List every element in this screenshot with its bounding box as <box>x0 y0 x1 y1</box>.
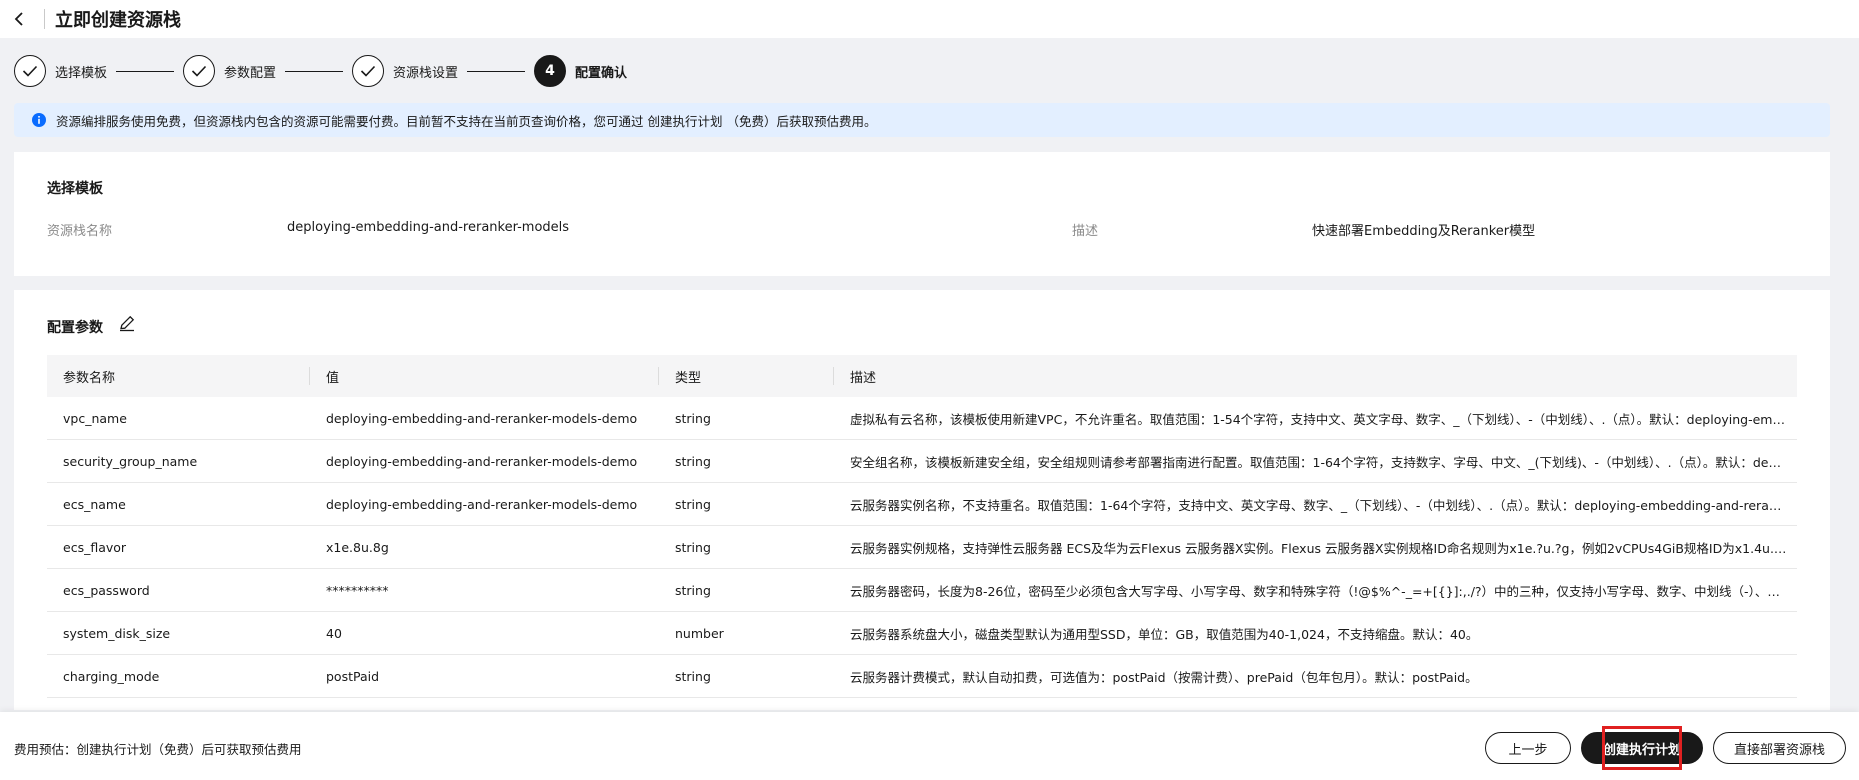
step-3: 资源栈设置 <box>352 55 458 87</box>
step-2-circle <box>183 55 216 87</box>
template-card: 选择模板 资源栈名称 deploying-embedding-and-reran… <box>14 152 1830 276</box>
step-4: 4 配置确认 <box>534 55 627 87</box>
step-2: 参数配置 <box>183 55 276 87</box>
param-type: string <box>675 410 711 426</box>
create-execution-plan-button[interactable]: 创建执行计划 <box>1581 732 1703 764</box>
col-header-value: 值 <box>310 355 659 397</box>
param-value: ********** <box>326 582 389 598</box>
step-1-circle <box>14 55 46 87</box>
params-section-title: 配置参数 <box>47 320 103 336</box>
table-header: 参数名称 值 类型 描述 <box>47 355 1797 397</box>
check-icon <box>360 65 376 77</box>
step-connector <box>116 70 175 72</box>
param-type: number <box>675 625 724 641</box>
check-icon <box>22 65 38 77</box>
param-desc: 虚拟私有云名称，该模板使用新建VPC，不允许重名。取值范围：1-54个字符，支持… <box>850 411 1797 427</box>
param-name: charging_mode <box>63 668 160 684</box>
param-desc: 云服务器系统盘大小，磁盘类型默认为通用型SSD，单位：GB，取值范围为40-1,… <box>850 626 1479 642</box>
param-name: ecs_flavor <box>63 539 127 555</box>
param-name: ecs_password <box>63 582 150 598</box>
description-value: 快速部署Embedding及Reranker模型 <box>1312 224 1536 239</box>
header-divider <box>44 9 45 29</box>
notice-text: 资源编排服务使用免费，但资源栈内包含的资源可能需要付费。目前暂不支持在当前页查询… <box>56 113 877 129</box>
col-header-type: 类型 <box>659 355 834 397</box>
params-card: 配置参数 参数名称 值 类型 描述 vpc_name deploying-emb… <box>14 290 1830 710</box>
check-icon <box>191 65 207 77</box>
previous-step-button[interactable]: 上一步 <box>1485 732 1571 764</box>
param-name: ecs_name <box>63 496 126 512</box>
param-type: string <box>675 539 711 555</box>
template-section-title: 选择模板 <box>47 181 103 197</box>
col-header-label: 类型 <box>675 370 702 386</box>
col-header-label: 描述 <box>850 370 877 386</box>
param-name: vpc_name <box>63 410 127 426</box>
param-value: deploying-embedding-and-reranker-models-… <box>326 496 638 512</box>
stack-name-value: deploying-embedding-and-reranker-models <box>287 220 570 235</box>
table-row: ecs_flavor x1e.8u.8g string 云服务器实例规格，支持弹… <box>47 526 1797 569</box>
step-1: 选择模板 <box>14 55 107 87</box>
footer-bar: 费用预估：创建执行计划（免费）后可获取预估费用 上一步 创建执行计划 直接部署资… <box>0 712 1859 780</box>
cost-estimate-note: 费用预估：创建执行计划（免费）后可获取预估费用 <box>14 742 302 757</box>
param-type: string <box>675 668 711 684</box>
param-desc: 云服务器密码，长度为8-26位，密码至少必须包含大写字母、小写字母、数字和特殊字… <box>850 583 1797 599</box>
stack-name-label: 资源栈名称 <box>47 224 113 239</box>
table-row: vpc_name deploying-embedding-and-reranke… <box>47 397 1797 440</box>
param-value: x1e.8u.8g <box>326 539 389 555</box>
info-notice: 资源编排服务使用免费，但资源栈内包含的资源可能需要付费。目前暂不支持在当前页查询… <box>14 103 1830 137</box>
step-connector <box>285 70 344 72</box>
table-row: ecs_password ********** string 云服务器密码，长度… <box>47 569 1797 612</box>
table-row: charging_mode postPaid string 云服务器计费模式，默… <box>47 655 1797 698</box>
page-title: 立即创建资源栈 <box>55 10 181 31</box>
param-name: security_group_name <box>63 453 198 469</box>
edit-icon[interactable] <box>118 314 136 332</box>
param-desc: 安全组名称，该模板新建安全组，安全组规则请参考部署指南进行配置。取值范围：1-6… <box>850 454 1797 470</box>
col-header-label: 参数名称 <box>63 370 116 386</box>
step-connector <box>467 70 526 72</box>
step-4-label: 配置确认 <box>575 65 628 81</box>
info-icon <box>32 113 46 127</box>
col-header-desc: 描述 <box>834 355 1797 397</box>
step-3-label: 资源栈设置 <box>393 65 459 81</box>
param-value: deploying-embedding-and-reranker-models-… <box>326 410 638 426</box>
param-type: string <box>675 496 711 512</box>
page: 立即创建资源栈 选择模板 参数配置 资源栈设置 4 配置确认 资源编排服务使用免… <box>0 0 1859 780</box>
step-indicator: 选择模板 参数配置 资源栈设置 4 配置确认 <box>14 54 627 88</box>
param-desc: 云服务器实例规格，支持弹性云服务器 ECS及华为云Flexus 云服务器X实例。… <box>850 540 1797 556</box>
param-desc: 云服务器计费模式，默认自动扣费，可选值为：postPaid（按需计费）、preP… <box>850 669 1478 685</box>
param-type: string <box>675 582 711 598</box>
param-value: postPaid <box>326 668 380 684</box>
step-1-label: 选择模板 <box>55 65 108 81</box>
back-button[interactable] <box>2 4 36 34</box>
param-name: system_disk_size <box>63 625 171 641</box>
table-row: system_disk_size 40 number 云服务器系统盘大小，磁盘类… <box>47 612 1797 655</box>
deploy-stack-button[interactable]: 直接部署资源栈 <box>1713 732 1846 764</box>
param-value: deploying-embedding-and-reranker-models-… <box>326 453 638 469</box>
page-header: 立即创建资源栈 <box>0 0 1859 38</box>
step-3-circle <box>352 55 385 87</box>
param-type: string <box>675 453 711 469</box>
step-2-label: 参数配置 <box>224 65 277 81</box>
param-value: 40 <box>326 625 342 641</box>
col-header-label: 值 <box>326 370 340 386</box>
params-table: 参数名称 值 类型 描述 vpc_name deploying-embeddin… <box>47 355 1797 698</box>
table-row: ecs_name deploying-embedding-and-reranke… <box>47 483 1797 526</box>
step-4-circle: 4 <box>534 55 567 87</box>
description-label: 描述 <box>1072 224 1099 239</box>
col-header-name: 参数名称 <box>47 355 310 397</box>
param-desc: 云服务器实例名称，不支持重名。取值范围：1-64个字符，支持中文、英文字母、数字… <box>850 497 1797 513</box>
table-row: security_group_name deploying-embedding-… <box>47 440 1797 483</box>
chevron-left-icon <box>14 12 23 26</box>
